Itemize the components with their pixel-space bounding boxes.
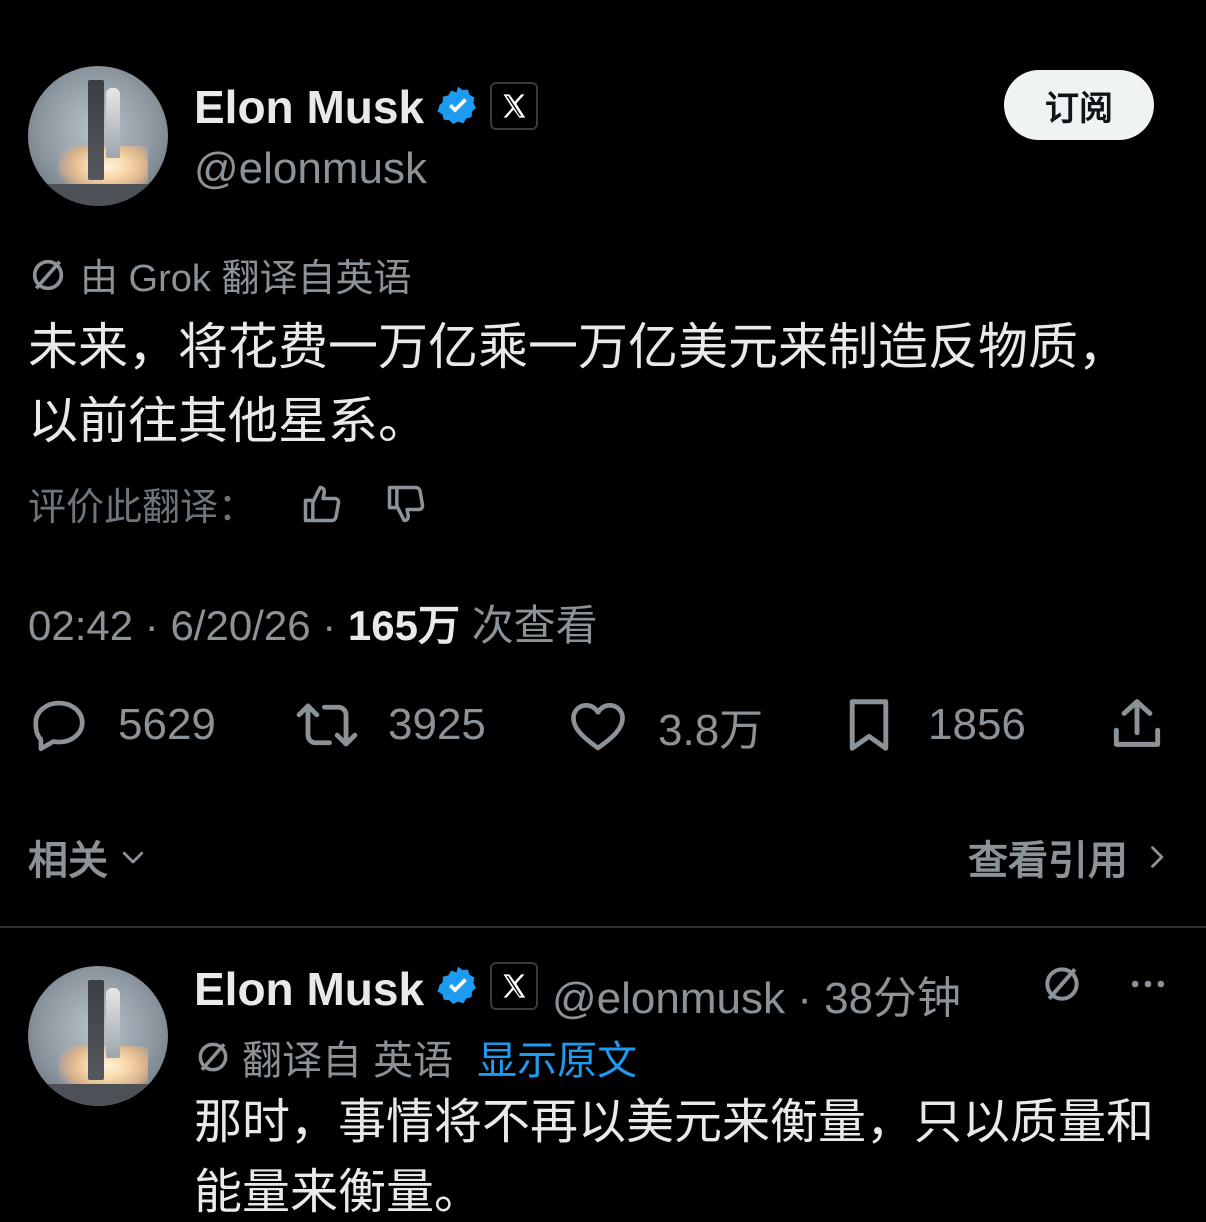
translate-icon bbox=[198, 1042, 228, 1072]
share-button[interactable] bbox=[1106, 694, 1168, 756]
reply-author-name[interactable]: Elon Musk bbox=[194, 962, 424, 1016]
retweet-icon bbox=[296, 703, 358, 747]
retweet-count: 3925 bbox=[388, 700, 486, 749]
reply-handle[interactable]: @elonmusk bbox=[552, 974, 785, 1023]
reply-count: 5629 bbox=[118, 700, 216, 749]
subscribe-button[interactable]: 订阅 bbox=[1004, 70, 1154, 140]
tweet-detail-page: Elon Musk @elonmusk 订阅 由 Grok 翻译自英语 未来，将… bbox=[0, 0, 1206, 1222]
tweet-date: 6/20/26 bbox=[170, 602, 311, 649]
quotes-label: 查看引用 bbox=[968, 839, 1128, 883]
thumbs-down-icon[interactable] bbox=[384, 482, 428, 526]
related-label: 相关 bbox=[28, 839, 108, 883]
tweet-time: 02:42 bbox=[28, 602, 134, 649]
author-name[interactable]: Elon Musk bbox=[194, 80, 424, 134]
heart-icon bbox=[571, 703, 625, 751]
view-count: 165万 bbox=[347, 602, 460, 649]
view-label: 次查看 bbox=[471, 602, 598, 649]
avatar[interactable] bbox=[28, 66, 168, 206]
reply-header-actions bbox=[1040, 962, 1170, 1006]
tweet-meta: 02:42 · 6/20/26 · 165万 次查看 bbox=[28, 602, 598, 649]
reply-text: 那时，事情将不再以美元来衡量，只以质量和能量来衡量。 bbox=[194, 1096, 1155, 1219]
share-icon bbox=[1113, 699, 1161, 747]
action-bar: 5629 3925 3.8万 1856 bbox=[28, 694, 1178, 764]
x-logo-icon bbox=[490, 962, 538, 1010]
verified-badge-icon bbox=[437, 86, 476, 124]
thumbs-up-icon[interactable] bbox=[300, 482, 344, 526]
reply-avatar[interactable] bbox=[28, 966, 168, 1106]
rate-translation: 评价此翻译： bbox=[28, 476, 428, 531]
rate-label: 评价此翻译： bbox=[28, 487, 257, 529]
tweet-text: 未来，将花费一万亿乘一万亿美元来制造反物质，以前往其他星系。 bbox=[28, 319, 1128, 449]
reply-button[interactable]: 5629 bbox=[28, 694, 216, 756]
related-toggle[interactable]: 相关 bbox=[28, 828, 148, 886]
chevron-down-icon bbox=[122, 851, 144, 864]
translation-note-label: 由 Grok 翻译自英语 bbox=[80, 258, 412, 300]
x-logo-icon bbox=[490, 82, 538, 130]
retweet-button[interactable]: 3925 bbox=[294, 694, 486, 756]
bookmark-count: 1856 bbox=[928, 700, 1026, 749]
like-count: 3.8万 bbox=[658, 706, 764, 755]
bookmark-button[interactable]: 1856 bbox=[838, 694, 1026, 756]
translate-icon[interactable] bbox=[1040, 962, 1084, 1006]
translate-icon bbox=[32, 259, 64, 290]
translation-note: 由 Grok 翻译自英语 bbox=[28, 247, 411, 302]
reply-translation-note: 翻译自 英语 显示原文 bbox=[194, 1028, 637, 1086]
reply-translated-from: 翻译自 英语 bbox=[242, 1039, 454, 1083]
divider bbox=[0, 926, 1206, 928]
like-button[interactable]: 3.8万 bbox=[566, 694, 763, 758]
reply-meta: @elonmusk · 38分钟 bbox=[552, 974, 962, 1023]
reply-icon bbox=[33, 700, 85, 752]
verified-badge-icon bbox=[437, 966, 476, 1004]
show-original-link[interactable]: 显示原文 bbox=[477, 1028, 637, 1086]
reply-time: 38分钟 bbox=[824, 974, 962, 1023]
more-icon[interactable] bbox=[1126, 962, 1170, 1006]
author-handle[interactable]: @elonmusk bbox=[194, 144, 427, 194]
bookmark-icon bbox=[849, 699, 889, 751]
view-quotes-link[interactable]: 查看引用 bbox=[968, 828, 1170, 886]
chevron-right-icon bbox=[1151, 846, 1164, 868]
